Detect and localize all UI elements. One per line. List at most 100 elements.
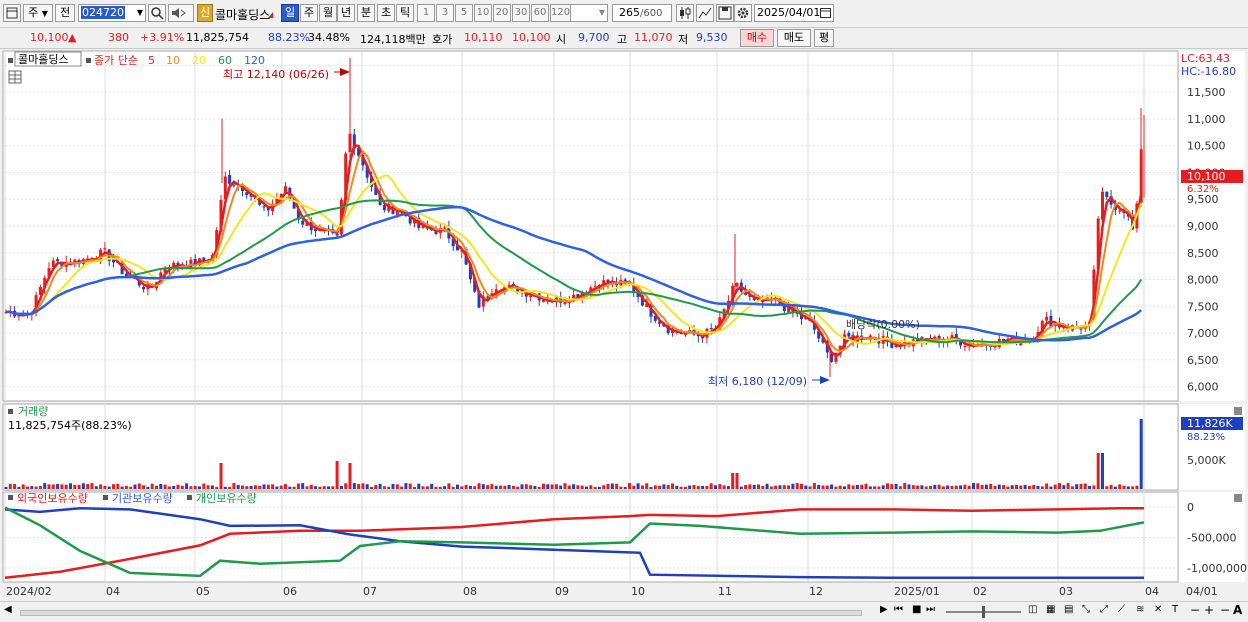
panel-handle-icon[interactable]	[8, 409, 13, 414]
rewind-icon[interactable]: ⏮	[894, 604, 903, 615]
high-price: 11,070	[634, 31, 673, 44]
close-icon[interactable]	[1234, 407, 1242, 415]
text-tool-icon[interactable]: T	[1172, 604, 1178, 615]
volume-bar	[1006, 486, 1010, 489]
volume-bar	[744, 485, 748, 489]
interval-button-3[interactable]: 10	[474, 4, 492, 22]
panel-handle-icon[interactable]	[86, 58, 91, 63]
zoom-slider-handle[interactable]	[982, 606, 985, 618]
calendar-icon[interactable]	[820, 7, 831, 23]
interval-button-2[interactable]: 5	[455, 4, 473, 22]
x-axis-label: 11	[718, 585, 732, 598]
volume-bar	[1027, 485, 1031, 489]
eval-button[interactable]: 평	[814, 29, 834, 47]
tab-period-0[interactable]: 일	[281, 4, 299, 22]
stock-chart[interactable]: 콜마홀딩스 종가 단순 5 10 20 60 120 최고 12,140 (06/26)…	[0, 49, 1248, 601]
interval-button-0[interactable]: 1	[417, 4, 435, 22]
high-annotation: 최고 12,140 (06/26)	[223, 68, 329, 81]
interval-dropdown[interactable]: ▼	[570, 4, 608, 22]
fib-icon[interactable]: ≋	[1136, 604, 1144, 615]
window-icon[interactable]	[3, 4, 21, 22]
volume-bar	[1118, 484, 1122, 489]
open-label: 시	[556, 33, 567, 46]
search-icon[interactable]	[148, 4, 166, 22]
chevron-down-icon[interactable]: ▼	[137, 5, 143, 21]
cross-icon[interactable]: ✕	[1154, 604, 1162, 615]
volume-value-line: 11,825,754주(88.23%)	[8, 419, 132, 432]
volume-bar	[172, 485, 176, 489]
holdings-legend-2: 개인보유수량	[196, 492, 257, 505]
draw-icon[interactable]: ⤢	[1100, 604, 1108, 615]
holdings-axis-tick: 0	[1187, 501, 1194, 514]
minus-icon[interactable]: −	[1220, 603, 1230, 617]
tab-period-6[interactable]: 틱	[396, 4, 414, 22]
x-axis-label: 04	[1145, 585, 1159, 598]
play-icon[interactable]: ▶	[880, 604, 888, 615]
tab-period-1[interactable]: 주	[300, 4, 318, 22]
close-icon[interactable]	[1234, 494, 1242, 502]
buy-button[interactable]: 매수	[740, 29, 774, 47]
volume-bar	[1109, 484, 1113, 489]
x-axis-label: 09	[555, 585, 569, 598]
forward-icon[interactable]: ⏭	[926, 604, 935, 615]
line-tool-icon[interactable]: ⟋	[1118, 604, 1125, 615]
interval-button-1[interactable]: 3	[436, 4, 454, 22]
candle-body	[443, 227, 447, 229]
volume-value: 11,825,754	[186, 31, 249, 44]
panel-handle-icon[interactable]	[103, 495, 108, 500]
panel-handle-icon[interactable]	[8, 495, 13, 500]
tab-period-2[interactable]: 월	[319, 4, 337, 22]
compare-icon[interactable]	[696, 4, 714, 22]
zoom-in-icon[interactable]: +	[1204, 603, 1214, 617]
volume-bar	[90, 483, 94, 489]
panel-handle-icon[interactable]	[187, 495, 192, 500]
tab-period-3[interactable]: 년	[337, 4, 355, 22]
volume-bar	[636, 483, 640, 489]
prev-button[interactable]: 전	[55, 4, 75, 22]
date-input[interactable]: 2025/04/01	[754, 4, 834, 22]
chart-navigator: ◀ ▶ ⏮ ■ ⏭ ◫ ▦ ▤ ⤡ ⤢ ⟋ ≋ ✕ T − + − A	[0, 601, 1248, 622]
volume-bar	[817, 485, 821, 489]
sell-button[interactable]: 매도	[777, 29, 811, 47]
count-input[interactable]: 265/600	[612, 4, 672, 22]
volume-bar	[929, 485, 932, 489]
panel-handle-icon[interactable]	[8, 58, 13, 63]
interval-button-4[interactable]: 20	[493, 4, 511, 22]
volume-bar	[1088, 485, 1092, 489]
interval-button-5[interactable]: 30	[512, 4, 530, 22]
volume-bar	[314, 486, 318, 489]
interval-button-7[interactable]: 120	[550, 4, 571, 22]
tool-icon[interactable]: ⤡	[1082, 604, 1090, 615]
stock-code-input[interactable]: 024720 ▼	[78, 4, 146, 22]
auto-scale-icon[interactable]: A	[1233, 603, 1242, 617]
volume-bar	[765, 483, 769, 489]
volume-bar	[946, 485, 950, 489]
interval-button-6[interactable]: 60	[531, 4, 549, 22]
volume-bar	[309, 484, 313, 489]
save-icon[interactable]	[716, 4, 734, 22]
gear-icon[interactable]	[734, 4, 752, 22]
fit-icon[interactable]: ◫	[1028, 604, 1037, 615]
tab-period-5[interactable]: 초	[377, 4, 395, 22]
volume-bar	[142, 485, 146, 489]
volume-bar	[580, 485, 584, 489]
period-select[interactable]: 주 ▼	[23, 4, 53, 22]
volume-current-pct: 88.23%	[1187, 432, 1225, 443]
volume-bar	[1075, 484, 1079, 489]
volume-bar	[529, 485, 533, 489]
volume-bar	[972, 483, 975, 489]
lc-label: LC:63.43	[1181, 52, 1230, 65]
candle-icon[interactable]	[676, 4, 694, 22]
volume-bar	[881, 485, 885, 489]
volume-bar	[464, 485, 468, 489]
tab-period-4[interactable]: 분	[357, 4, 375, 22]
speaker-icon[interactable]	[168, 4, 194, 22]
layout-icon[interactable]: ▤	[1064, 604, 1073, 615]
volume-bar	[382, 486, 386, 489]
chevron-down-icon: ▼	[41, 9, 48, 18]
scroll-track[interactable]	[20, 610, 862, 616]
stop-icon[interactable]: ■	[912, 604, 921, 615]
zoom-out-icon[interactable]: −	[1190, 603, 1200, 617]
scroll-left-icon[interactable]: ◀	[4, 604, 12, 615]
grid-icon[interactable]: ▦	[1046, 604, 1055, 615]
